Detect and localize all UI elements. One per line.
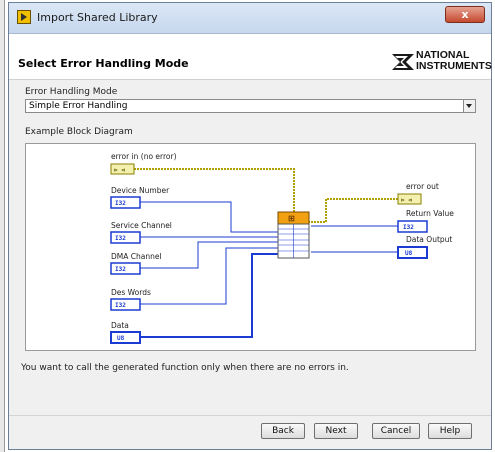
data-terminal: U8 [110, 331, 141, 344]
input-label-device-number: Device Number [111, 186, 170, 195]
title-bar[interactable]: Import Shared Library x [9, 3, 491, 34]
u8-wire [140, 253, 278, 338]
labview-app-icon [17, 10, 31, 24]
des-words-terminal: I32 [110, 298, 141, 311]
error-in-terminal-glyph: ⊳ ⊲ [114, 167, 125, 174]
back-button[interactable]: Back [261, 423, 305, 439]
ni-eagle-icon [392, 54, 414, 70]
error-wire [134, 168, 398, 223]
screen: Import Shared Library x Select Error Han… [0, 0, 495, 452]
device-number-type: I32 [115, 200, 126, 207]
input-label-dma-channel: DMA Channel [111, 252, 162, 261]
info-message: You want to call the generated function … [21, 363, 349, 373]
error-mode-dropdown[interactable]: Simple Error Handling [25, 99, 476, 113]
error-mode-label: Error Handling Mode [25, 87, 118, 97]
call-library-function-node: ⊞ [277, 211, 310, 259]
help-button[interactable]: Help [428, 423, 472, 439]
input-label-error-in: error in (no error) [111, 152, 177, 161]
error-out-terminal-glyph: ⊳ ⊲ [401, 197, 412, 204]
diagram-label: Example Block Diagram [25, 127, 133, 137]
ni-logo-text: NATIONAL INSTRUMENTS [416, 50, 492, 72]
background-window-edge [0, 0, 5, 452]
next-button[interactable]: Next [314, 423, 358, 439]
import-shared-library-dialog: Import Shared Library x Select Error Han… [8, 2, 492, 450]
data-type: U8 [117, 335, 125, 342]
block-diagram-svg: error in (no error) ⊳ ⊲ Device Number I3… [110, 152, 454, 344]
service-channel-terminal: I32 [110, 231, 141, 244]
example-block-diagram: error in (no error) ⊳ ⊲ Device Number I3… [25, 143, 476, 351]
wizard-header: Select Error Handling Mode NATIONAL INST… [9, 34, 492, 80]
error-mode-selected-value: Simple Error Handling [29, 101, 128, 111]
close-button[interactable]: x [445, 6, 485, 23]
error-out-terminal: ⊳ ⊲ [397, 193, 422, 205]
page-title: Select Error Handling Mode [18, 57, 189, 70]
dma-channel-terminal: I32 [110, 262, 141, 275]
dma-channel-type: I32 [115, 266, 126, 273]
footer-divider [9, 415, 491, 416]
national-instruments-logo: NATIONAL INSTRUMENTS [392, 49, 492, 79]
svg-text:⊞: ⊞ [288, 214, 295, 223]
service-channel-type: I32 [115, 235, 126, 242]
data-output-type: U8 [405, 250, 413, 257]
chevron-down-icon[interactable] [463, 100, 475, 112]
return-value-type: I32 [403, 224, 414, 231]
device-number-terminal: I32 [110, 196, 141, 209]
output-label-error-out: error out [406, 182, 439, 191]
input-label-service-channel: Service Channel [111, 221, 172, 230]
window-title: Import Shared Library [37, 11, 158, 24]
data-output-terminal: U8 [397, 246, 428, 259]
ni-logo-line2: INSTRUMENTS [416, 60, 492, 72]
output-label-return-value: Return Value [406, 209, 454, 218]
error-in-terminal: ⊳ ⊲ [110, 163, 135, 175]
input-label-des-words: Des Words [111, 288, 151, 297]
input-label-data: Data [111, 321, 129, 330]
return-value-terminal: I32 [397, 220, 428, 233]
output-label-data-output: Data Output [406, 235, 452, 244]
cancel-button[interactable]: Cancel [372, 423, 420, 439]
des-words-type: I32 [115, 302, 126, 309]
